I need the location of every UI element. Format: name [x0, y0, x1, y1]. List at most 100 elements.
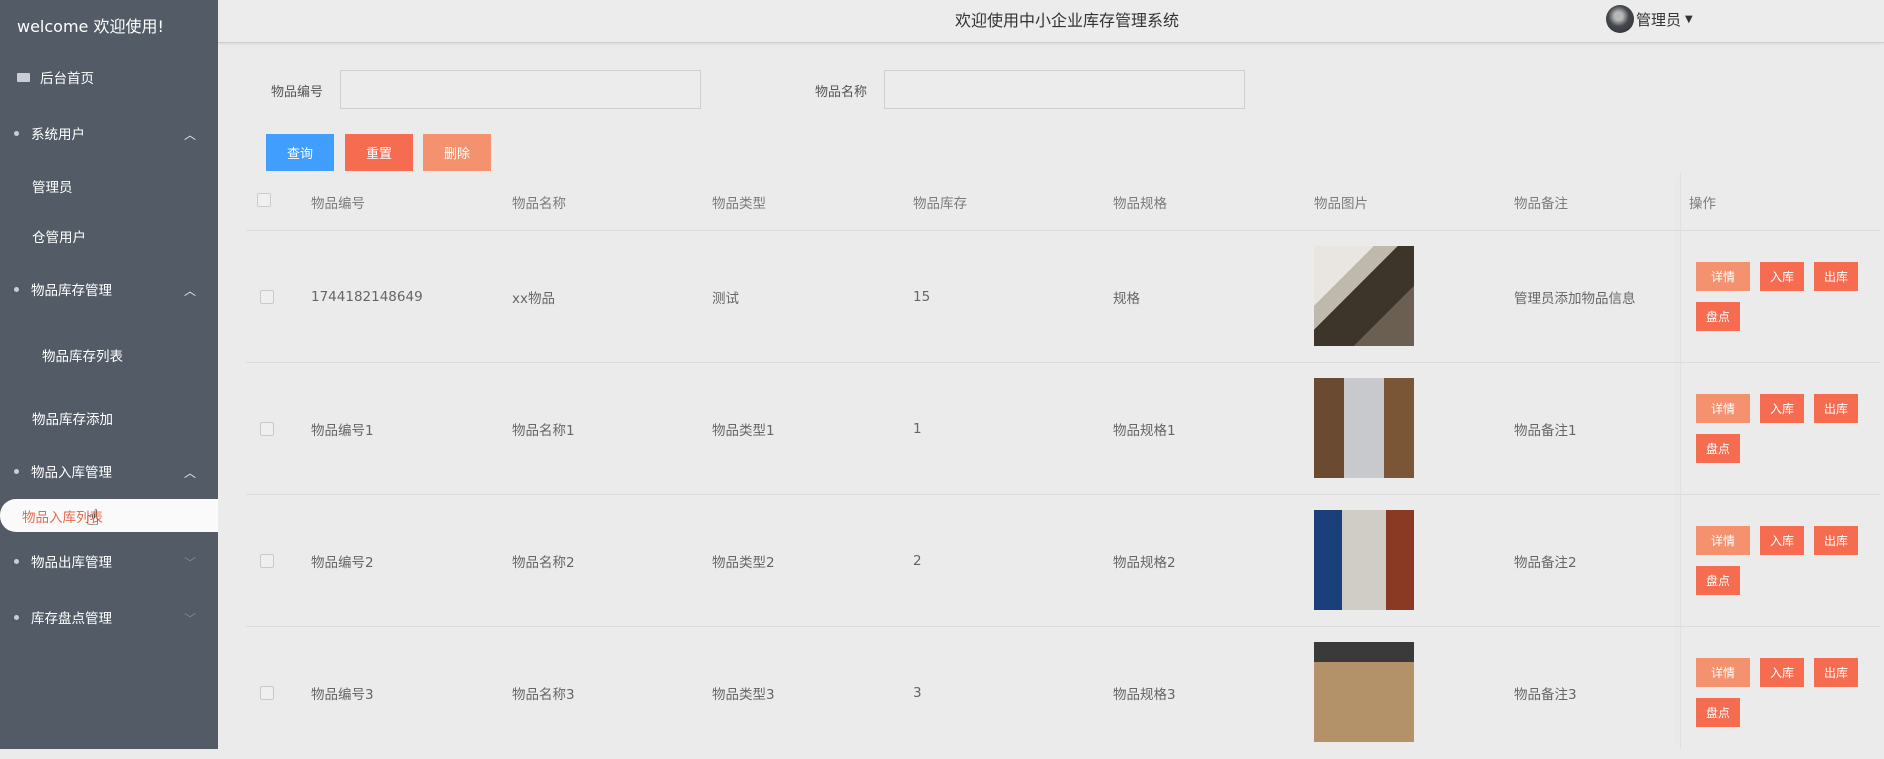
stock-in-button[interactable]: 入库	[1760, 658, 1804, 687]
select-all-checkbox[interactable]	[257, 193, 271, 207]
cell-stock: 15	[913, 289, 931, 305]
column-header: 物品名称	[512, 196, 566, 212]
cell-code: 物品编号1	[311, 423, 374, 439]
cell-spec: 物品规格2	[1113, 555, 1176, 571]
bullet-icon	[14, 286, 19, 292]
sidebar-group-label: 物品库存管理	[31, 283, 112, 299]
cell-code: 物品编号3	[311, 687, 374, 703]
item-image	[1314, 642, 1414, 742]
sidebar-item-admin[interactable]: 管理员	[0, 168, 218, 204]
chevron-up-icon: ︿	[183, 466, 196, 480]
cell-type: 物品类型3	[712, 687, 775, 703]
sidebar-group-label: 系统用户	[31, 127, 85, 143]
sidebar-item-home[interactable]: 后台首页	[0, 57, 218, 97]
stocktake-button[interactable]: 盘点	[1696, 698, 1740, 727]
cell-remark: 物品备注1	[1514, 423, 1577, 439]
row-checkbox[interactable]	[260, 554, 274, 568]
chevron-down-icon: ﹀	[183, 612, 196, 626]
bullet-icon	[14, 558, 19, 564]
column-header: 物品编号	[311, 196, 365, 212]
cell-stock: 3	[913, 685, 922, 701]
cell-spec: 物品规格3	[1113, 687, 1176, 703]
sidebar-group-stocktake[interactable]: 库存盘点管理 ﹀	[0, 597, 218, 637]
cell-remark: 物品备注2	[1514, 555, 1577, 571]
item-image	[1314, 378, 1414, 478]
stock-out-button[interactable]: 出库	[1814, 394, 1858, 423]
sidebar: welcome 欢迎使用! 后台首页 系统用户 ︿ 管理员 仓管用户 物品库存管…	[0, 0, 218, 749]
column-header: 物品图片	[1314, 196, 1368, 212]
sidebar-group-label: 库存盘点管理	[31, 611, 112, 627]
column-header: 物品备注	[1514, 196, 1568, 212]
name-label: 物品名称	[815, 85, 868, 100]
stock-out-button[interactable]: 出库	[1814, 526, 1858, 555]
row-checkbox[interactable]	[260, 686, 274, 700]
name-input[interactable]	[884, 70, 1245, 109]
cell-stock: 2	[913, 553, 922, 569]
caret-down-icon: ▼	[1685, 13, 1693, 25]
cell-remark: 管理员添加物品信息	[1514, 291, 1636, 307]
row-checkbox[interactable]	[260, 422, 274, 436]
stock-out-button[interactable]: 出库	[1814, 262, 1858, 291]
cell-name: 物品名称1	[512, 423, 575, 439]
query-button[interactable]: 查询	[266, 134, 334, 171]
sidebar-group-outbound[interactable]: 物品出库管理 ﹀	[0, 541, 218, 581]
cell-code: 1744182148649	[311, 289, 423, 305]
cell-spec: 物品规格1	[1113, 423, 1176, 439]
sidebar-item-inbound-list[interactable]: 物品入库列表	[0, 499, 218, 532]
column-header: 操作	[1689, 196, 1716, 212]
sidebar-item-label: 后台首页	[40, 71, 94, 87]
table-row: 物品编号3 物品名称3 物品类型3 3 物品规格3 物品备注3 详情 入库 出库 盘点	[246, 626, 1880, 759]
reset-button[interactable]: 重置	[345, 134, 413, 171]
detail-button[interactable]: 详情	[1696, 526, 1750, 555]
detail-button[interactable]: 详情	[1696, 262, 1750, 291]
sidebar-item-label: 物品库存添加	[32, 412, 113, 428]
chevron-down-icon: ﹀	[183, 556, 196, 570]
sidebar-welcome: welcome 欢迎使用!	[17, 17, 164, 36]
row-checkbox[interactable]	[260, 290, 274, 304]
stocktake-button[interactable]: 盘点	[1696, 302, 1740, 331]
table-row: 物品编号1 物品名称1 物品类型1 1 物品规格1 物品备注1 详情 入库 出库盘点	[246, 362, 1880, 495]
bullet-icon	[14, 130, 19, 136]
bullet-icon	[14, 614, 19, 620]
stock-in-button[interactable]: 入库	[1760, 526, 1804, 555]
sidebar-item-label: 仓管用户	[32, 230, 86, 246]
chevron-up-icon: ︿	[183, 284, 196, 298]
stock-in-button[interactable]: 入库	[1760, 262, 1804, 291]
sidebar-item-label: 管理员	[32, 180, 73, 196]
stocktake-button[interactable]: 盘点	[1696, 434, 1740, 463]
page-title: 欢迎使用中小企业库存管理系统	[955, 11, 1180, 30]
item-image	[1314, 246, 1414, 346]
detail-button[interactable]: 详情	[1696, 394, 1750, 423]
top-header: 欢迎使用中小企业库存管理系统 管理员 ▼	[218, 0, 1884, 43]
bullet-icon	[14, 468, 19, 474]
stocktake-button[interactable]: 盘点	[1696, 566, 1740, 595]
column-header: 物品类型	[712, 196, 766, 212]
sidebar-group-system-users[interactable]: 系统用户 ︿	[0, 113, 218, 153]
cell-spec: 规格	[1113, 291, 1140, 307]
cell-code: 物品编号2	[311, 555, 374, 571]
delete-button[interactable]: 删除	[423, 134, 491, 171]
sidebar-item-warehouse-user[interactable]: 仓管用户	[0, 218, 218, 254]
code-input[interactable]	[340, 70, 701, 109]
sidebar-item-inventory-list[interactable]: 物品库存列表	[0, 337, 218, 373]
actions-column-divider	[1680, 173, 1681, 749]
sidebar-item-inventory-add[interactable]: 物品库存添加	[0, 400, 218, 436]
monitor-icon	[17, 72, 30, 82]
cell-name: 物品名称3	[512, 687, 575, 703]
column-header: 物品规格	[1113, 196, 1167, 212]
detail-button[interactable]: 详情	[1696, 658, 1750, 687]
user-menu[interactable]: 管理员 ▼	[1606, 5, 1693, 33]
user-name: 管理员	[1636, 10, 1682, 29]
table-row: 物品编号2 物品名称2 物品类型2 2 物品规格2 物品备注2 详情 入库 出库 盘点	[246, 494, 1880, 627]
sidebar-group-inbound[interactable]: 物品入库管理 ︿	[0, 451, 218, 491]
item-image	[1314, 510, 1414, 610]
stock-out-button[interactable]: 出库	[1814, 658, 1858, 687]
cell-name: xx物品	[512, 291, 555, 307]
stock-in-button[interactable]: 入库	[1760, 394, 1804, 423]
hand-cursor-icon: ☝	[86, 506, 100, 531]
cell-stock: 1	[913, 421, 922, 437]
sidebar-group-inventory[interactable]: 物品库存管理 ︿	[0, 269, 218, 309]
sidebar-group-label: 物品出库管理	[31, 555, 112, 571]
cell-type: 物品类型1	[712, 423, 775, 439]
code-label: 物品编号	[271, 85, 324, 100]
